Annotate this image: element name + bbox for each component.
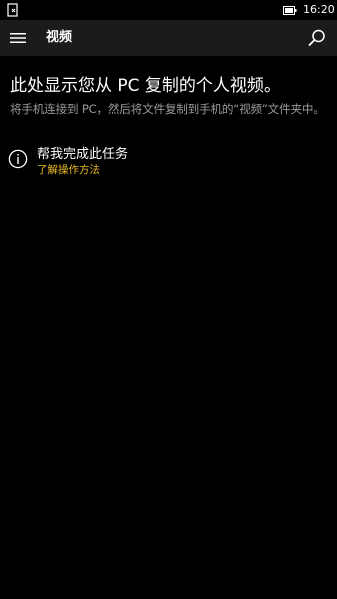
app-header: 视频 [0, 20, 337, 56]
info-icon [8, 149, 28, 169]
hamburger-menu-button[interactable] [6, 28, 30, 48]
search-icon [308, 29, 325, 46]
learn-how-link[interactable]: 了解操作方法 [37, 163, 100, 177]
help-title: 帮我完成此任务 [37, 147, 129, 162]
search-button[interactable] [306, 27, 328, 49]
status-bar: 16:20 [0, 0, 337, 20]
empty-state-description: 将手机连接到 PC，然后将文件复制到手机的“视频”文件夹中。 [10, 102, 325, 116]
page-title: 视频 [46, 30, 73, 45]
help-task-link[interactable]: 帮我完成此任务 了解操作方法 [8, 145, 208, 181]
notification-icon [7, 3, 18, 17]
hamburger-menu-icon [10, 33, 26, 43]
status-time: 16:20 [303, 3, 335, 16]
empty-state-heading: 此处显示您从 PC 复制的个人视频。 [10, 76, 281, 96]
battery-icon [283, 6, 297, 15]
